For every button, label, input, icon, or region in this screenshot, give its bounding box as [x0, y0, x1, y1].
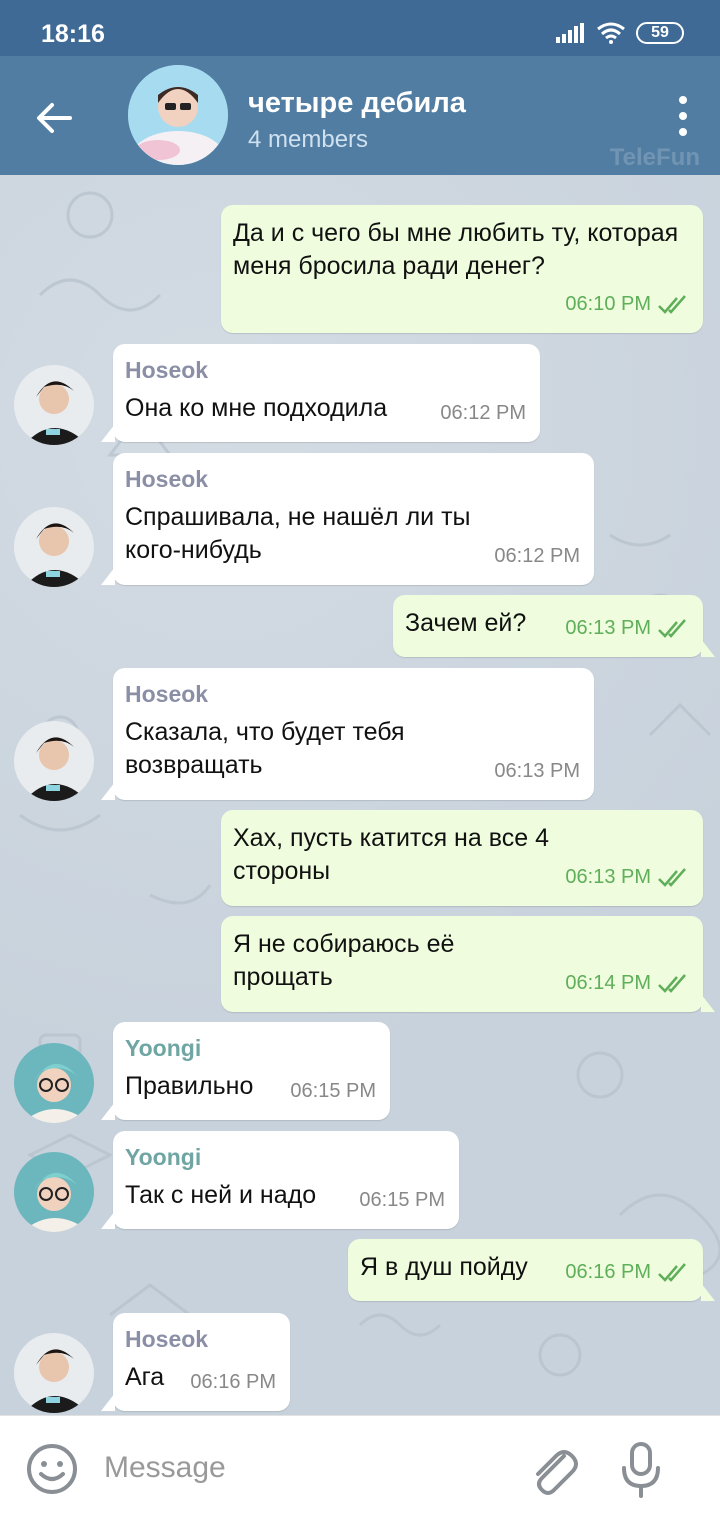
- signal-icon: [556, 23, 584, 43]
- message-time: 06:12 PM: [440, 402, 526, 424]
- back-arrow-icon[interactable]: [30, 94, 78, 142]
- message-time: 06:12 PM: [494, 545, 580, 567]
- group-avatar-image: [128, 65, 228, 165]
- message-time: 06:13 PM: [494, 760, 580, 782]
- avatar-hoseok[interactable]: [14, 1333, 94, 1413]
- message-time: 06:10 PM: [565, 293, 651, 315]
- message-text: Хах, пусть катится на все 4 стороны: [233, 824, 549, 885]
- message-time: 06:13 PM: [565, 866, 651, 888]
- message-meta: 06:16 PM: [565, 1256, 689, 1289]
- sender-name[interactable]: Hoseok: [125, 1325, 278, 1353]
- avatar-yoongi-image: [14, 1152, 94, 1232]
- avatar-hoseok-image: [14, 365, 94, 445]
- message-meta: 06:13 PM: [565, 612, 689, 645]
- message-time: 06:15 PM: [359, 1189, 445, 1211]
- avatar-hoseok-image: [14, 507, 94, 587]
- double-check-icon: [658, 618, 686, 638]
- message-meta: 06:13 PM: [494, 755, 580, 788]
- attach-icon[interactable]: [526, 1442, 580, 1498]
- chat-title[interactable]: четыре дебила: [248, 87, 466, 120]
- message-meta: 06:16 PM: [190, 1366, 276, 1399]
- avatar-hoseok-image: [14, 1333, 94, 1413]
- emoji-icon[interactable]: [25, 1442, 79, 1496]
- avatar-hoseok[interactable]: [14, 365, 94, 445]
- message-text: Сказала, что будет тебя возвращать: [125, 718, 405, 779]
- message-meta: 06:12 PM: [440, 397, 526, 430]
- message-input[interactable]: [104, 1448, 504, 1488]
- sender-name[interactable]: Hoseok: [125, 465, 582, 493]
- message-meta: 06:10 PM: [565, 288, 689, 321]
- avatar-hoseok-image: [14, 721, 94, 801]
- message-time: 06:16 PM: [565, 1261, 651, 1283]
- message-incoming[interactable]: Hoseok Сказала, что будет тебя возвращат…: [101, 668, 594, 800]
- message-time: 06:16 PM: [190, 1371, 276, 1393]
- avatar-yoongi[interactable]: [14, 1043, 94, 1123]
- more-vertical-icon[interactable]: [676, 96, 690, 136]
- message-outgoing[interactable]: Я в душ пойду 06:16 PM: [348, 1239, 715, 1301]
- message-meta: 06:12 PM: [494, 540, 580, 573]
- message-text: Да и с чего бы мне любить ту, которая ме…: [233, 219, 679, 280]
- message-meta: 06:15 PM: [290, 1075, 376, 1108]
- message-text: Я не собираюсь её прощать: [233, 930, 455, 991]
- message-outgoing[interactable]: Зачем ей? 06:13 PM: [393, 595, 715, 657]
- message-meta: 06:14 PM: [565, 967, 689, 1000]
- double-check-icon: [658, 294, 686, 314]
- status-time: 18:16: [41, 20, 105, 48]
- chat-header: четыре дебила 4 members TeleFun: [0, 56, 720, 175]
- message-incoming[interactable]: Hoseok Спрашивала, не нашёл ли ты кого-н…: [101, 453, 594, 585]
- message-outgoing[interactable]: Я не собираюсь её прощать 06:14 PM: [221, 916, 715, 1012]
- message-outgoing[interactable]: Да и с чего бы мне любить ту, которая ме…: [221, 205, 703, 333]
- message-time: 06:15 PM: [290, 1080, 376, 1102]
- message-incoming[interactable]: Yoongi Так с ней и надо 06:15 PM: [101, 1131, 459, 1229]
- battery-icon: 59: [636, 22, 684, 44]
- message-incoming[interactable]: Hoseok Она ко мне подходила 06:12 PM: [101, 344, 540, 442]
- members-count: 4 members: [248, 126, 369, 153]
- message-time: 06:14 PM: [565, 972, 651, 994]
- sender-name[interactable]: Hoseok: [125, 680, 582, 708]
- sender-name[interactable]: Hoseok: [125, 356, 528, 384]
- wifi-icon: [597, 22, 625, 44]
- status-icons: 59: [556, 22, 684, 44]
- message-incoming[interactable]: Hoseok Ага 06:16 PM: [101, 1313, 290, 1411]
- sender-name[interactable]: Yoongi: [125, 1034, 378, 1062]
- message-time: 06:13 PM: [565, 617, 651, 639]
- message-meta: 06:13 PM: [565, 861, 689, 894]
- message-meta: 06:15 PM: [359, 1184, 445, 1217]
- double-check-icon: [658, 867, 686, 887]
- avatar-hoseok[interactable]: [14, 721, 94, 801]
- mic-icon[interactable]: [618, 1440, 664, 1500]
- sender-name[interactable]: Yoongi: [125, 1143, 447, 1171]
- message-incoming[interactable]: Yoongi Правильно 06:15 PM: [101, 1022, 390, 1120]
- message-text: Спрашивала, не нашёл ли ты кого-нибудь: [125, 503, 471, 564]
- message-outgoing[interactable]: Хах, пусть катится на все 4 стороны 06:1…: [221, 810, 703, 906]
- avatar-yoongi[interactable]: [14, 1152, 94, 1232]
- group-avatar[interactable]: [128, 65, 228, 165]
- watermark: TeleFun: [609, 144, 700, 171]
- avatar-yoongi-image: [14, 1043, 94, 1123]
- double-check-icon: [658, 973, 686, 993]
- avatar-hoseok[interactable]: [14, 507, 94, 587]
- message-list[interactable]: Да и с чего бы мне любить ту, которая ме…: [0, 175, 720, 1415]
- status-bar: 18:16 59: [0, 0, 720, 56]
- double-check-icon: [658, 1262, 686, 1282]
- message-input-bar: [0, 1415, 720, 1520]
